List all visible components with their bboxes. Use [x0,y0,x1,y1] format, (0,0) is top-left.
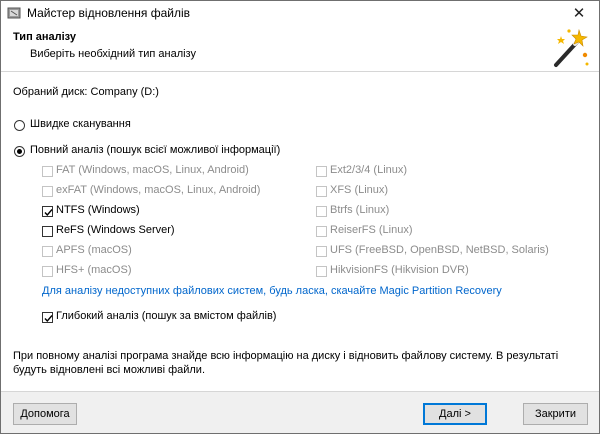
full-analysis-radio[interactable] [14,146,25,157]
close-button[interactable]: Закрити [523,403,588,425]
fs-checkbox-btrfs[interactable] [316,206,327,217]
fs-checkbox-xfs[interactable] [316,186,327,197]
fs-checkbox-ufs[interactable] [316,246,327,257]
quick-scan-label[interactable]: Швидке сканування [30,118,131,130]
fs-label-hikvisionfs: HikvisionFS (Hikvision DVR) [330,264,469,276]
fs-label-ntfs[interactable]: NTFS (Windows) [56,204,140,216]
fs-label-apfs: APFS (macOS) [56,244,132,256]
fs-label-refs[interactable]: ReFS (Windows Server) [56,224,175,236]
deep-analysis-checkbox[interactable] [42,312,53,323]
magic-partition-recovery-link[interactable]: Для аналізу недоступних файлових систем,… [42,285,502,297]
fs-label-ufs: UFS (FreeBSD, OpenBSD, NetBSD, Solaris) [330,244,549,256]
fs-label-exfat: exFAT (Windows, macOS, Linux, Android) [56,184,261,196]
page-title: Тип аналізу [13,31,76,43]
wizard-window: Майстер відновлення файлів ✕ Тип аналізу… [0,0,600,434]
full-analysis-label[interactable]: Повний аналіз (пошук всієї можливої інфо… [30,144,280,156]
fs-checkbox-hikvisionfs[interactable] [316,266,327,277]
fs-checkbox-hfs[interactable] [42,266,53,277]
fs-checkbox-apfs[interactable] [42,246,53,257]
fs-label-ext: Ext2/3/4 (Linux) [330,164,408,176]
app-icon [7,7,21,19]
wizard-content: Обраний диск: Company (D:) Швидке сканув… [1,72,599,392]
fs-checkbox-reiserfs[interactable] [316,226,327,237]
info-text: При повному аналізі програма знайде всю … [13,350,559,376]
magic-wand-icon [554,28,589,67]
page-subtitle: Виберіть необхідний тип аналізу [30,48,196,60]
fs-checkbox-refs[interactable] [42,226,53,237]
fs-checkbox-ext[interactable] [316,166,327,177]
fs-label-hfs: HFS+ (macOS) [56,264,132,276]
fs-label-reiserfs: ReiserFS (Linux) [330,224,413,236]
fs-label-btrfs: Btrfs (Linux) [330,204,390,216]
window-title: Майстер відновлення файлів [27,6,191,20]
help-button[interactable]: Допомога [13,403,77,425]
wizard-header: Тип аналізу Виберіть необхідний тип анал… [1,25,599,72]
close-icon[interactable]: ✕ [559,1,599,25]
fs-checkbox-fat[interactable] [42,166,53,177]
checkmark-icon [44,315,53,323]
next-button[interactable]: Далі > [423,403,487,425]
title-bar: Майстер відновлення файлів ✕ [1,1,599,25]
checkmark-icon [44,209,53,217]
fs-checkbox-ntfs[interactable] [42,206,53,217]
selected-disk-label: Обраний диск: Company (D:) [13,86,159,98]
fs-label-fat: FAT (Windows, macOS, Linux, Android) [56,164,249,176]
quick-scan-radio[interactable] [14,120,25,131]
deep-analysis-label[interactable]: Глибокий аналіз (пошук за вмістом файлів… [56,310,276,322]
fs-label-xfs: XFS (Linux) [330,184,389,196]
fs-checkbox-exfat[interactable] [42,186,53,197]
